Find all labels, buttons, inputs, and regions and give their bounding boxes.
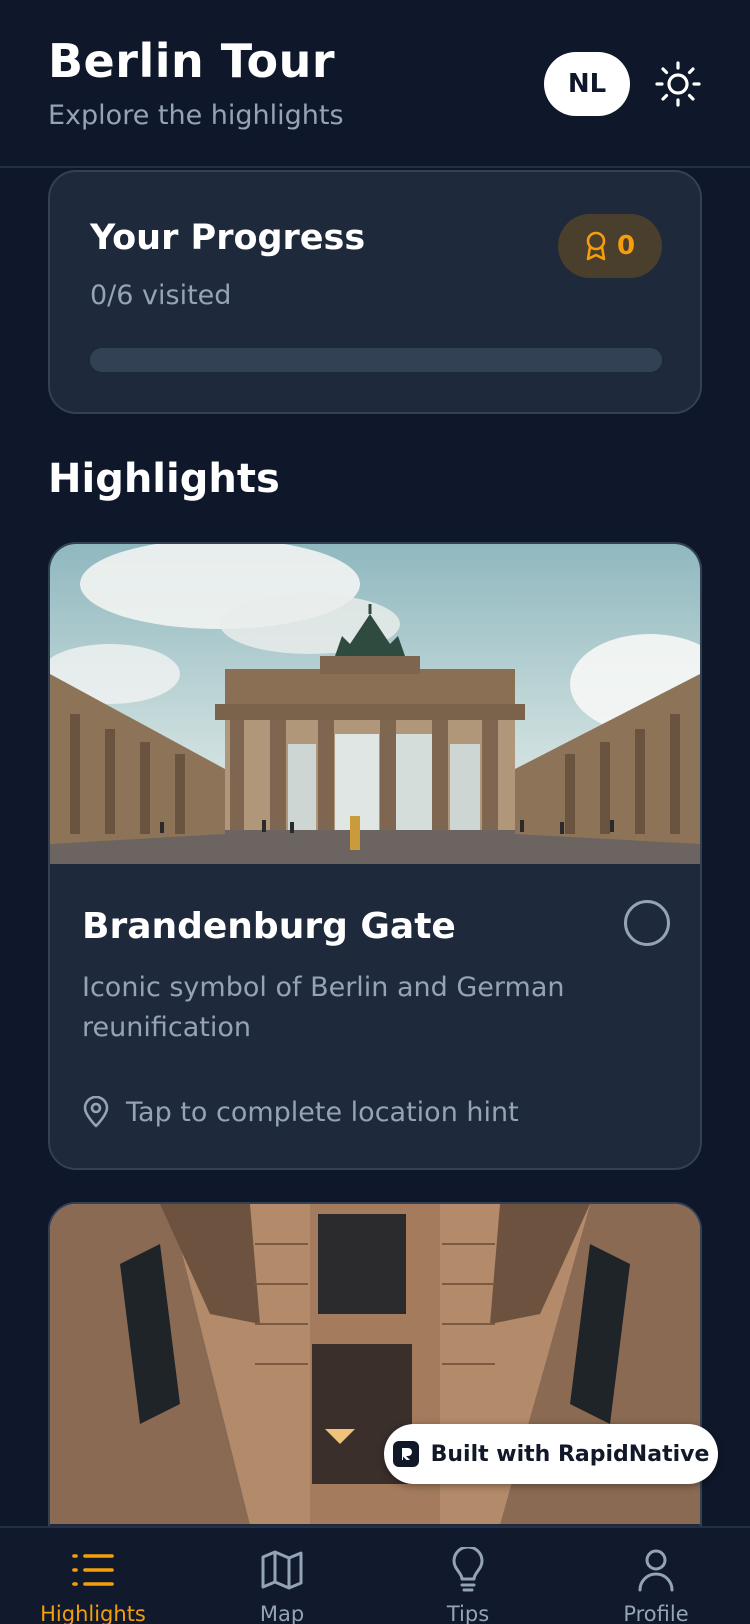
award-icon <box>586 231 606 261</box>
app-header: Berlin Tour Explore the highlights NL <box>0 0 750 168</box>
achievement-badge: 0 <box>558 214 662 278</box>
tab-highlights[interactable]: Highlights <box>18 1546 168 1624</box>
visited-checkbox[interactable] <box>624 900 670 946</box>
app-title: Berlin Tour <box>48 34 336 88</box>
tab-profile[interactable]: Profile <box>581 1546 731 1624</box>
map-pin-icon <box>83 1096 109 1128</box>
highlight-card[interactable]: Brandenburg Gate Iconic symbol of Berlin… <box>48 542 702 1170</box>
tab-profile-label: Profile <box>623 1602 689 1624</box>
rapidnative-logo-icon <box>392 1441 419 1467</box>
tab-tips-label: Tips <box>446 1602 490 1624</box>
highlight-description: Iconic symbol of Berlin and German reuni… <box>82 972 565 1043</box>
built-with-label: Built with RapidNative <box>430 1441 710 1467</box>
progress-card: Your Progress 0/6 visited 0 <box>48 170 702 414</box>
location-hint[interactable]: Tap to complete location hint <box>82 1096 519 1128</box>
built-with-badge[interactable]: Built with RapidNative <box>384 1424 718 1484</box>
language-toggle-button[interactable]: NL <box>544 52 630 116</box>
progress-title: Your Progress <box>90 218 366 258</box>
highlight-image <box>50 544 700 864</box>
user-icon <box>638 1549 674 1592</box>
tab-tips[interactable]: Tips <box>393 1546 543 1624</box>
list-icon <box>72 1554 114 1586</box>
badge-count: 0 <box>616 231 636 261</box>
progress-bar <box>90 348 662 372</box>
bottom-tab-bar: Highlights Map Tips Profile <box>0 1526 750 1624</box>
tab-highlights-label: Highlights <box>40 1602 146 1624</box>
map-icon <box>261 1550 303 1590</box>
lightbulb-icon <box>452 1547 484 1592</box>
highlight-title: Brandenburg Gate <box>82 906 456 947</box>
tab-map[interactable]: Map <box>207 1546 357 1624</box>
app-subtitle: Explore the highlights <box>48 100 344 131</box>
theme-toggle-button[interactable] <box>654 60 702 108</box>
sun-icon <box>655 61 701 107</box>
tab-map-label: Map <box>259 1602 305 1624</box>
visited-count: 0/6 visited <box>90 280 232 311</box>
location-hint-text: Tap to complete location hint <box>126 1096 519 1128</box>
section-title: Highlights <box>48 456 280 502</box>
